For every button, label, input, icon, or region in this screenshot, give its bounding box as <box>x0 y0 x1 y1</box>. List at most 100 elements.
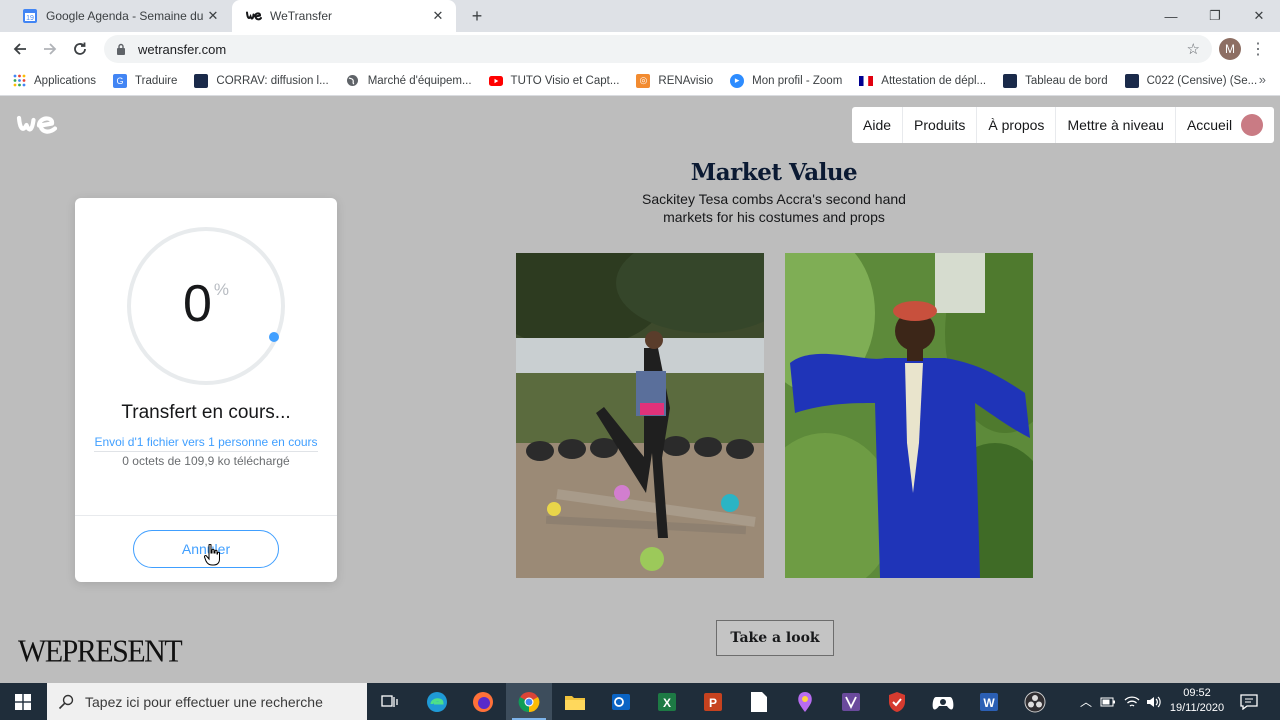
transfer-status-subtitle: Envoi d'1 fichier vers 1 personne en cou… <box>75 435 337 452</box>
bookmark-tuto[interactable]: TUTO Visio et Capt... <box>488 74 619 88</box>
edge-icon[interactable] <box>414 683 460 720</box>
renavisio-icon: ◎ <box>636 73 651 88</box>
take-a-look-button[interactable]: Take a look <box>716 620 834 656</box>
bookmark-label: Traduire <box>135 74 178 87</box>
percent-value: 0 <box>182 275 212 333</box>
url-text: wetransfer.com <box>138 41 227 57</box>
clock-date: 19/11/2020 <box>1169 702 1225 714</box>
notifications-icon[interactable] <box>1238 691 1260 713</box>
marianne-icon <box>859 74 874 88</box>
bookmark-label: CORRAV: diffusion l... <box>216 74 329 87</box>
hero-subtitle-line1: Sackitey Tesa combs Accra's second hand <box>642 191 906 207</box>
bookmark-tableau[interactable]: Tableau de bord <box>1003 73 1108 88</box>
apps-grid-icon <box>12 74 26 88</box>
browser-toolbar: wetransfer.com ☆ <box>0 32 1280 66</box>
outlook-icon[interactable] <box>598 683 644 720</box>
windows-start-icon[interactable] <box>0 683 46 720</box>
battery-icon[interactable] <box>1098 683 1118 720</box>
close-window-button[interactable]: ✕ <box>1236 0 1280 32</box>
excel-icon[interactable]: X <box>644 683 690 720</box>
corrav-icon <box>194 73 209 88</box>
minimize-button[interactable]: — <box>1148 0 1194 32</box>
search-icon <box>57 693 75 711</box>
obs-icon[interactable] <box>1012 683 1058 720</box>
lock-icon <box>114 42 128 56</box>
wifi-icon[interactable] <box>1122 683 1142 720</box>
hero-photo-right[interactable] <box>785 253 1033 578</box>
task-view-icon[interactable] <box>367 683 413 720</box>
bookmark-renavisio[interactable]: ◎ RENAvisio <box>636 73 714 88</box>
wetransfer-page: Aide Produits À propos Mettre à niveau A… <box>0 97 1280 683</box>
wetransfer-logo[interactable] <box>16 113 60 140</box>
system-clock[interactable]: 09:52 19/11/2020 <box>1160 686 1234 716</box>
search-placeholder: Tapez ici pour effectuer une recherche <box>85 693 323 710</box>
taskbar-search-input[interactable]: Tapez ici pour effectuer une recherche <box>47 683 367 720</box>
svg-text:19: 19 <box>26 15 34 22</box>
nav-accueil-label: Accueil <box>1186 117 1233 133</box>
hero-photo-left[interactable] <box>516 253 764 578</box>
word-icon[interactable]: W <box>966 683 1012 720</box>
transfer-panel: 0% Transfert en cours... Envoi d'1 fichi… <box>75 198 337 582</box>
bookmark-c022[interactable]: C022 (Censive) (Se... <box>1124 73 1258 88</box>
svg-text:W: W <box>983 696 995 710</box>
bookmark-attestation[interactable]: Attestation de dépl... <box>859 74 986 88</box>
video-editor-icon[interactable] <box>828 683 874 720</box>
avatar <box>1241 114 1264 136</box>
bookmark-applications[interactable]: Applications <box>12 74 96 88</box>
hero-subtitle-line2: markets for his costumes and props <box>663 209 885 225</box>
bookmark-label: RENAvisio <box>658 74 714 87</box>
bookmark-zoom[interactable]: ▸ Mon profil - Zoom <box>730 73 843 88</box>
close-tab-icon[interactable]: ✕ <box>428 6 448 26</box>
bookmark-label: Applications <box>34 74 97 87</box>
tab-wetransfer[interactable]: WeTransfer ✕ <box>232 0 456 32</box>
transfer-status-title: Transfert en cours... <box>121 402 291 423</box>
globe-icon <box>346 74 360 88</box>
hero-title: Market Value <box>690 159 858 186</box>
vpn-shield-icon[interactable] <box>874 683 920 720</box>
bookmark-label: C022 (Censive) (Se... <box>1146 74 1258 87</box>
top-navigation: Aide Produits À propos Mettre à niveau A… <box>852 107 1275 143</box>
youtube-icon <box>488 74 503 88</box>
nav-mettre-a-niveau[interactable]: Mettre à niveau <box>1055 107 1175 143</box>
notepad-icon[interactable] <box>736 683 782 720</box>
nav-accueil[interactable]: Accueil <box>1174 107 1274 143</box>
menu-icon[interactable]: ⋮ <box>1250 38 1266 60</box>
hero-subtitle: Sackitey Tesa combs Accra's second hand … <box>600 190 948 226</box>
firefox-icon[interactable] <box>460 683 506 720</box>
bookmark-star-icon[interactable]: ☆ <box>1187 40 1200 58</box>
divider <box>75 515 337 516</box>
show-hidden-icons-icon[interactable]: ︿ <box>1076 683 1096 720</box>
profile-avatar[interactable]: M <box>1219 38 1241 60</box>
file-explorer-icon[interactable] <box>552 683 598 720</box>
calendar-icon: 19 <box>22 8 38 24</box>
close-tab-icon[interactable]: ✕ <box>203 6 223 26</box>
new-tab-button[interactable]: + <box>466 6 488 26</box>
tab-title: WeTransfer <box>270 9 333 23</box>
nav-aide[interactable]: Aide <box>852 107 902 143</box>
wepresent-logo[interactable]: WEPRESENT <box>18 634 183 670</box>
tab-google-agenda[interactable]: 19 Google Agenda - Semaine du 15 ✕ <box>8 0 231 32</box>
c022-icon <box>1124 73 1139 88</box>
transfer-bytes: 0 octets de 109,9 ko téléchargé <box>122 454 290 468</box>
bookmark-traduire[interactable]: G Traduire <box>113 73 178 88</box>
bookmark-corrav[interactable]: CORRAV: diffusion l... <box>194 73 329 88</box>
progress-percent: 0% <box>75 274 337 334</box>
nav-a-propos[interactable]: À propos <box>976 107 1055 143</box>
chrome-icon[interactable] <box>506 683 552 720</box>
bookmark-marche[interactable]: Marché d'équipem... <box>346 74 472 88</box>
bookmark-label: Tableau de bord <box>1025 74 1108 87</box>
forward-icon[interactable] <box>37 36 63 62</box>
powerpoint-icon[interactable]: P <box>690 683 736 720</box>
back-icon[interactable] <box>7 36 33 62</box>
translate-icon: G <box>113 73 128 88</box>
more-bookmarks-icon[interactable]: » <box>1259 72 1266 87</box>
bookmark-label: Attestation de dépl... <box>881 74 987 87</box>
restore-button[interactable]: ❐ <box>1192 0 1238 32</box>
bookmark-label: Mon profil - Zoom <box>752 74 843 87</box>
gamepad-icon[interactable] <box>920 683 966 720</box>
nav-produits[interactable]: Produits <box>902 107 976 143</box>
paint3d-icon[interactable] <box>782 683 828 720</box>
address-bar[interactable]: wetransfer.com ☆ <box>104 35 1212 63</box>
reload-icon[interactable] <box>67 36 93 62</box>
bookmark-label: Marché d'équipem... <box>367 74 472 87</box>
